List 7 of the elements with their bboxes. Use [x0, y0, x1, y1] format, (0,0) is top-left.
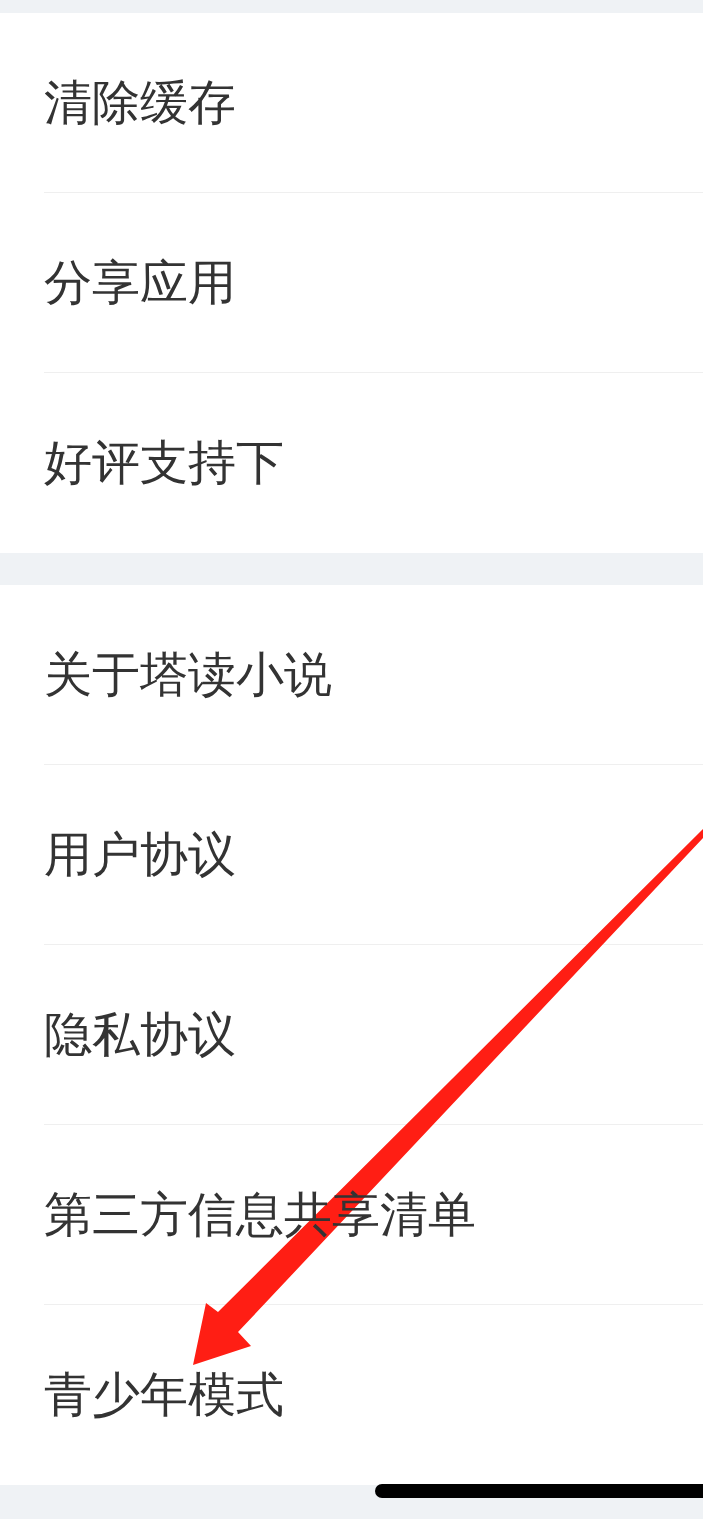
- settings-item[interactable]: 隐私协议: [44, 1005, 236, 1064]
- settings-item[interactable]: 好评支持下: [44, 434, 284, 492]
- settings-item[interactable]: 青少年模式: [44, 1366, 284, 1424]
- settings-item[interactable]: 分享应用: [44, 253, 236, 312]
- settings-item[interactable]: 用户协议: [44, 825, 236, 884]
- settings-item[interactable]: 关于塔读小说: [44, 645, 332, 704]
- settings-item[interactable]: 清除缓存: [44, 73, 236, 132]
